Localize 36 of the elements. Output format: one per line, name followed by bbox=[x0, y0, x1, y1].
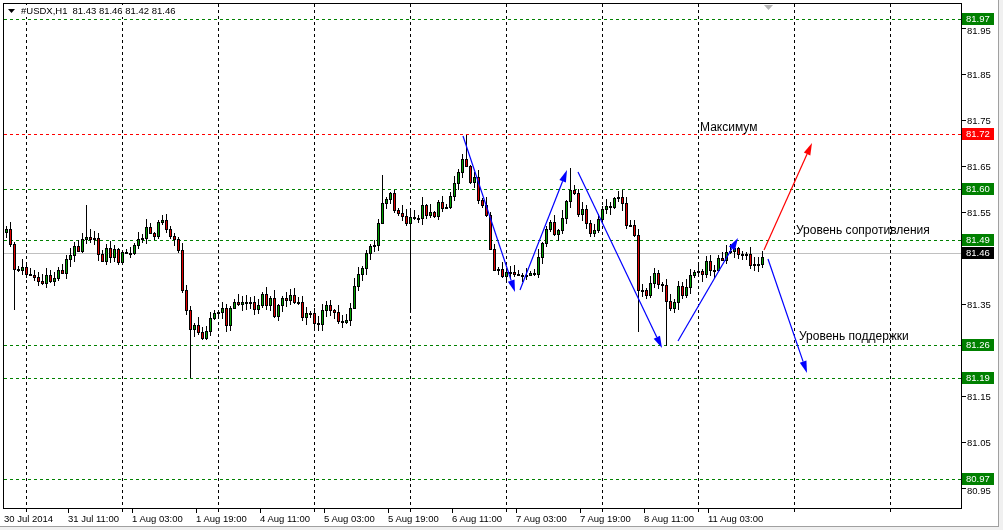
chart-annotation: Уровень поддержки bbox=[799, 329, 909, 343]
price-axis-label: 81.65 bbox=[967, 160, 991, 172]
time-axis-label: 11 Aug 03:00 bbox=[708, 513, 764, 524]
price-level-tag: 81.19 bbox=[962, 371, 994, 384]
time-axis-label: 7 Aug 03:00 bbox=[516, 513, 567, 524]
quote-values: 81.43 81.46 81.42 81.46 bbox=[72, 5, 176, 17]
price-axis-label: 81.95 bbox=[967, 24, 991, 36]
price-level-tag: 80.97 bbox=[962, 472, 994, 485]
caret-icon[interactable] bbox=[8, 9, 15, 13]
price-level-tag: 81.97 bbox=[962, 12, 994, 25]
chart-annotation: Максимум bbox=[700, 120, 758, 134]
price-axis-label: 81.75 bbox=[967, 114, 991, 126]
time-axis-label: 6 Aug 11:00 bbox=[452, 513, 502, 524]
time-axis-label: 31 Jul 11:00 bbox=[68, 513, 120, 524]
price-axis-label: 81.35 bbox=[967, 298, 991, 310]
time-axis-label: 1 Aug 03:00 bbox=[132, 513, 183, 524]
time-axis-label: 5 Aug 19:00 bbox=[388, 513, 439, 524]
symbol-label: #USDX,H1 bbox=[21, 5, 68, 17]
price-axis-label: 81.05 bbox=[967, 436, 991, 448]
time-axis-label: 7 Aug 19:00 bbox=[580, 513, 631, 524]
price-level-tag: 81.46 bbox=[962, 247, 994, 260]
time-axis-label: 4 Aug 11:00 bbox=[260, 513, 310, 524]
time-axis-label: 30 Jul 2014 bbox=[4, 513, 54, 524]
triangle-marker-icon[interactable] bbox=[764, 5, 773, 10]
price-axis-label: 81.55 bbox=[967, 206, 991, 218]
price-level-tag: 81.49 bbox=[962, 233, 994, 246]
price-axis-label: 80.95 bbox=[967, 484, 991, 496]
price-axis-label: 81.85 bbox=[967, 68, 991, 80]
price-level-tag: 81.60 bbox=[962, 183, 994, 195]
price-axis-label: 81.15 bbox=[967, 390, 991, 402]
price-level-tag: 81.26 bbox=[962, 339, 994, 352]
time-axis-label: 8 Aug 11:00 bbox=[644, 513, 694, 524]
time-axis-label: 5 Aug 03:00 bbox=[324, 513, 375, 524]
time-axis-label: 1 Aug 19:00 bbox=[196, 513, 247, 524]
chart-annotation: Уровень сопротивления bbox=[796, 223, 930, 237]
price-level-tag: 81.72 bbox=[962, 127, 994, 140]
